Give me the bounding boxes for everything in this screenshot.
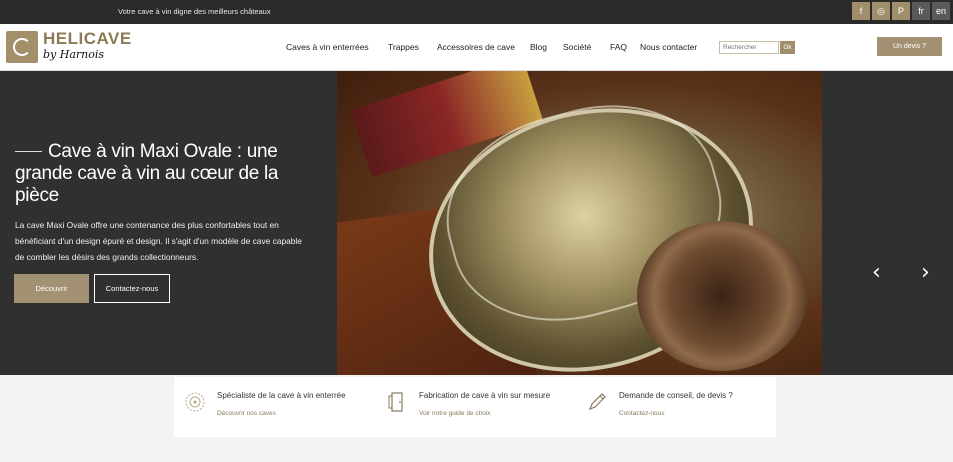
search-button[interactable]: Ok (780, 41, 795, 54)
prev-arrow-icon[interactable]: ‹ (872, 260, 881, 285)
nav-blog[interactable]: Blog (530, 42, 547, 52)
lang-fr-button[interactable]: fr (912, 2, 930, 20)
pencil-icon (588, 393, 606, 411)
feature-title: Fabrication de cave à vin sur mesure (419, 391, 551, 400)
hero-photo (337, 71, 822, 375)
nav-trappes[interactable]: Trappes (388, 42, 419, 52)
feature-link[interactable]: Voir notre guide de choix (419, 410, 491, 417)
spiral-stairs (637, 221, 807, 371)
nav-accessoires[interactable]: Accessoires de cave (437, 42, 515, 52)
nav-contact[interactable]: Nous contacter (640, 42, 697, 52)
logo-icon[interactable] (6, 31, 38, 63)
instagram-icon[interactable]: ◎ (872, 2, 890, 20)
pinterest-icon[interactable]: P (892, 2, 910, 20)
devis-button[interactable]: Un devis ? (877, 37, 942, 56)
door-icon (388, 392, 403, 412)
feature-title: Spécialiste de la cave à vin enterrée (217, 391, 346, 400)
spiral-icon (185, 392, 205, 412)
features-bar: Spécialiste de la cave à vin enterrée Dé… (174, 377, 776, 437)
contact-button[interactable]: Contactez-nous (94, 274, 170, 303)
feature-title: Demande de conseil, de devis ? (619, 391, 733, 400)
nav-societe[interactable]: Société (563, 42, 591, 52)
feature-custom[interactable]: Fabrication de cave à vin sur mesure Voi… (376, 377, 572, 437)
tagline: Votre cave à vin digne des meilleurs châ… (118, 7, 271, 16)
title-dash (15, 151, 42, 153)
top-bar: Votre cave à vin digne des meilleurs châ… (0, 0, 953, 24)
discover-button[interactable]: Découvrir (14, 274, 89, 303)
feature-link[interactable]: Découvrir nos caves (217, 410, 276, 417)
hero-slider: Cave à vin Maxi Ovale : une grande cave … (0, 71, 953, 375)
facebook-icon[interactable]: f (852, 2, 870, 20)
header: HELICAVE by Harnois Caves à vin enterrée… (0, 24, 953, 71)
feature-quote[interactable]: Demande de conseil, de devis ? Contactez… (576, 377, 772, 437)
feature-specialist[interactable]: Spécialiste de la cave à vin enterrée Dé… (174, 377, 370, 437)
hero-title: Cave à vin Maxi Ovale : une grande cave … (15, 141, 315, 207)
hero-description: La cave Maxi Ovale offre une contenance … (15, 220, 302, 262)
brand-subtitle: by Harnois (43, 48, 105, 61)
hero-title-text: Cave à vin Maxi Ovale : une grande cave … (15, 141, 279, 206)
lang-en-button[interactable]: en (932, 2, 950, 20)
feature-link[interactable]: Contactez-nous (619, 410, 665, 417)
next-arrow-icon[interactable]: › (921, 260, 930, 285)
search-input[interactable] (719, 41, 779, 54)
nav-caves[interactable]: Caves à vin enterrées (286, 42, 369, 52)
brand-name[interactable]: HELICAVE (43, 29, 132, 49)
nav-faq[interactable]: FAQ (610, 42, 627, 52)
